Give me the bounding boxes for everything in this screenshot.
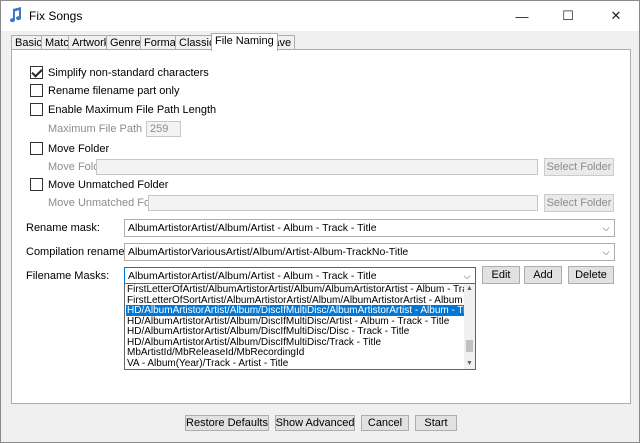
fix-songs-window: Fix Songs — ☐ ✕ Basic Match Artwork Genr…: [0, 0, 640, 443]
max-path-label: Enable Maximum File Path Length: [48, 103, 217, 116]
add-mask-button[interactable]: Add: [524, 266, 562, 284]
dropdown-item[interactable]: HD/AlbumArtistorArtist/Album/DiscIfMulti…: [126, 316, 464, 327]
dropdown-item[interactable]: MbArtistId/MbReleaseId/MbRecordingId: [126, 347, 464, 358]
tab-file-naming[interactable]: File Naming: [211, 33, 278, 51]
show-advanced-button[interactable]: Show Advanced: [275, 415, 355, 431]
start-button[interactable]: Start: [415, 415, 457, 431]
maximize-icon: ☐: [562, 8, 574, 23]
scroll-down-icon[interactable]: ▼: [464, 359, 475, 369]
close-icon: ✕: [610, 8, 622, 23]
move-unmatched-label: Move Unmatched Folder: [48, 178, 169, 191]
select-unmatched-folder-button[interactable]: Select Folder: [544, 194, 614, 212]
delete-mask-button[interactable]: Delete: [568, 266, 614, 284]
scrollbar-thumb[interactable]: [466, 340, 473, 352]
minimize-button[interactable]: —: [499, 1, 545, 31]
filename-masks-value: AlbumArtistorArtist/Album/Artist - Album…: [128, 270, 377, 282]
chevron-down-icon: ⌵: [463, 271, 471, 281]
edit-mask-button[interactable]: Edit: [482, 266, 520, 284]
move-unmatched-field[interactable]: [148, 195, 538, 211]
max-path-length-field[interactable]: 259: [146, 121, 181, 137]
chevron-down-icon: ⌵: [602, 247, 610, 257]
simplify-checkbox[interactable]: [30, 66, 43, 79]
rename-part-label: Rename filename part only: [48, 84, 180, 97]
dropdown-item[interactable]: FirstLetterOfSortArtist/AlbumArtistorArt…: [126, 295, 464, 306]
chevron-down-icon: ⌵: [602, 223, 610, 233]
move-folder-option[interactable]: Move Folder: [30, 142, 109, 155]
simplify-option[interactable]: Simplify non-standard characters: [30, 66, 209, 79]
rename-mask-select[interactable]: AlbumArtistorArtist/Album/Artist - Album…: [124, 219, 615, 237]
move-folder-field[interactable]: [96, 159, 538, 175]
file-naming-panel: Simplify non-standard characters Rename …: [11, 49, 631, 404]
simplify-label: Simplify non-standard characters: [48, 66, 209, 79]
max-path-checkbox[interactable]: [30, 103, 43, 116]
maximize-button[interactable]: ☐: [545, 1, 591, 31]
dropdown-item[interactable]: HD/AlbumArtistorArtist/Album/DiscIfMulti…: [126, 326, 464, 337]
dropdown-item[interactable]: FirstLetterOfArtist/AlbumArtistorArtist/…: [126, 284, 464, 295]
window-title: Fix Songs: [29, 9, 83, 23]
max-path-option[interactable]: Enable Maximum File Path Length: [30, 103, 216, 116]
cancel-button[interactable]: Cancel: [361, 415, 409, 431]
dropdown-item-selected[interactable]: HD/AlbumArtistorArtist/Album/DiscIfMulti…: [126, 305, 464, 316]
compilation-mask-value: AlbumArtistorVariousArtist/Album/Artist-…: [128, 246, 409, 258]
rename-mask-label: Rename mask:: [26, 222, 100, 234]
filename-masks-dropdown: FirstLetterOfArtist/AlbumArtistorArtist/…: [124, 283, 476, 370]
move-unmatched-checkbox[interactable]: [30, 178, 43, 191]
filename-masks-label: Filename Masks:: [26, 270, 110, 282]
close-button[interactable]: ✕: [593, 1, 639, 31]
scroll-up-icon[interactable]: ▲: [464, 284, 475, 294]
restore-defaults-button[interactable]: Restore Defaults: [185, 415, 269, 431]
music-note-icon: [10, 7, 22, 23]
title-bar: Fix Songs — ☐ ✕: [1, 1, 639, 31]
move-unmatched-option[interactable]: Move Unmatched Folder: [30, 178, 168, 191]
rename-part-checkbox[interactable]: [30, 84, 43, 97]
compilation-mask-select[interactable]: AlbumArtistorVariousArtist/Album/Artist-…: [124, 243, 615, 261]
dropdown-item[interactable]: HD/AlbumArtistorArtist/Album/DiscIfMulti…: [126, 337, 464, 348]
move-folder-checkbox[interactable]: [30, 142, 43, 155]
rename-mask-value: AlbumArtistorArtist/Album/Artist - Album…: [128, 222, 377, 234]
rename-part-option[interactable]: Rename filename part only: [30, 84, 179, 97]
minimize-icon: —: [515, 8, 529, 24]
dropdown-scrollbar[interactable]: ▲ ▼: [464, 284, 475, 369]
move-folder-label: Move Folder: [48, 142, 110, 155]
select-folder-button[interactable]: Select Folder: [544, 158, 614, 176]
dropdown-item[interactable]: VA - Album(Year)/Track - Artist - Title: [126, 358, 464, 369]
